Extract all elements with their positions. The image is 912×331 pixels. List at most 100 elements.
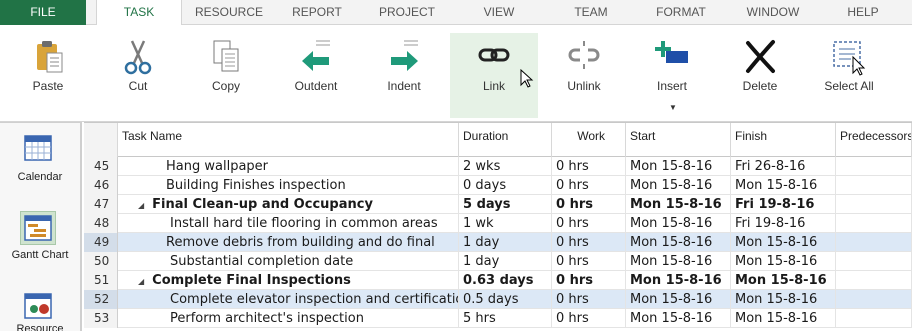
column-header-predecessors[interactable]: Predecessors [836,123,912,157]
predecessors-cell[interactable] [836,309,912,328]
task-name-cell[interactable]: Install hard tile flooring in common are… [118,214,459,233]
indent-button[interactable]: Indent [372,33,436,118]
task-name-cell[interactable]: ◢ Final Clean-up and Occupancy [118,195,459,214]
predecessors-cell[interactable] [836,252,912,271]
cut-button[interactable]: Cut [108,33,168,118]
task-name-cell[interactable]: ◢ Complete Final Inspections [118,271,459,290]
start-cell[interactable]: Mon 15-8-16 [626,290,731,309]
table-row-summary[interactable]: 51 ◢ Complete Final Inspections 0.63 days… [84,271,912,290]
row-id[interactable]: 51 [84,271,118,290]
link-button[interactable]: Link [450,33,538,118]
tab-help[interactable]: HELP [820,0,906,25]
start-cell[interactable]: Mon 15-8-16 [626,157,731,176]
predecessors-cell[interactable] [836,176,912,195]
finish-cell[interactable]: Fri 19-8-16 [731,195,836,214]
duration-cell[interactable]: 5 days [459,195,552,214]
tab-resource[interactable]: RESOURCE [186,0,272,25]
start-cell[interactable]: Mon 15-8-16 [626,309,731,328]
start-cell[interactable]: Mon 15-8-16 [626,214,731,233]
duration-cell[interactable]: 1 day [459,252,552,271]
select-all-button[interactable]: Select All [816,33,882,118]
work-cell[interactable]: 0 hrs [552,309,626,328]
unlink-button[interactable]: Unlink [552,33,616,118]
finish-cell[interactable]: Mon 15-8-16 [731,233,836,252]
row-id[interactable]: 53 [84,309,118,328]
tab-task[interactable]: TASK [96,0,182,26]
finish-cell[interactable]: Mon 15-8-16 [731,176,836,195]
work-cell[interactable]: 0 hrs [552,271,626,290]
finish-cell[interactable]: Mon 15-8-16 [731,309,836,328]
work-cell[interactable]: 0 hrs [552,214,626,233]
view-gantt-chart[interactable]: Gantt Chart [0,211,80,273]
predecessors-cell[interactable] [836,290,912,309]
duration-cell[interactable]: 0.63 days [459,271,552,290]
paste-button[interactable]: Paste [18,33,78,118]
table-row-selected[interactable]: 52 Complete elevator inspection and cert… [84,290,912,309]
view-calendar[interactable]: Calendar [0,133,80,193]
row-id[interactable]: 47 [84,195,118,214]
tab-view[interactable]: VIEW [456,0,542,25]
finish-cell[interactable]: Fri 26-8-16 [731,157,836,176]
collapse-triangle-icon[interactable]: ◢ [138,272,144,290]
duration-cell[interactable]: 5 hrs [459,309,552,328]
insert-button[interactable]: Insert ▼ [640,33,704,118]
predecessors-cell[interactable] [836,195,912,214]
table-row-summary[interactable]: 47 ◢ Final Clean-up and Occupancy 5 days … [84,195,912,214]
finish-cell[interactable]: Mon 15-8-16 [731,252,836,271]
work-cell[interactable]: 0 hrs [552,195,626,214]
column-header-finish[interactable]: Finish [731,123,836,157]
tab-report[interactable]: REPORT [274,0,360,25]
outdent-button[interactable]: Outdent [284,33,348,118]
work-cell[interactable]: 0 hrs [552,176,626,195]
delete-button[interactable]: Delete [728,33,792,118]
task-name-cell[interactable]: Building Finishes inspection [118,176,459,195]
finish-cell[interactable]: Mon 15-8-16 [731,271,836,290]
select-all-corner[interactable] [84,123,118,157]
table-row[interactable]: 48 Install hard tile flooring in common … [84,214,912,233]
view-resource[interactable]: Resource [0,291,80,331]
table-row-selected[interactable]: 49 Remove debris from building and do fi… [84,233,912,252]
copy-button[interactable]: Copy [196,33,256,118]
task-name-cell[interactable]: Substantial completion date [118,252,459,271]
start-cell[interactable]: Mon 15-8-16 [626,252,731,271]
table-row[interactable]: 53 Perform architect's inspection 5 hrs … [84,309,912,328]
column-header-task-name[interactable]: Task Name [118,123,459,157]
work-cell[interactable]: 0 hrs [552,157,626,176]
work-cell[interactable]: 0 hrs [552,290,626,309]
insert-dropdown-icon[interactable]: ▼ [669,103,677,112]
row-id[interactable]: 46 [84,176,118,195]
table-row[interactable]: 45 Hang wallpaper 2 wks 0 hrs Mon 15-8-1… [84,157,912,176]
task-name-cell[interactable]: Complete elevator inspection and certifi… [118,290,459,309]
table-row[interactable]: 46 Building Finishes inspection 0 days 0… [84,176,912,195]
duration-cell[interactable]: 2 wks [459,157,552,176]
tab-project[interactable]: PROJECT [364,0,450,25]
duration-cell[interactable]: 0 days [459,176,552,195]
row-id[interactable]: 48 [84,214,118,233]
task-name-cell[interactable]: Remove debris from building and do final [118,233,459,252]
tab-file[interactable]: FILE [0,0,86,25]
start-cell[interactable]: Mon 15-8-16 [626,176,731,195]
tab-format[interactable]: FORMAT [638,0,724,25]
task-name-cell[interactable]: Hang wallpaper [118,157,459,176]
column-header-work[interactable]: Work [552,123,626,157]
row-id[interactable]: 45 [84,157,118,176]
finish-cell[interactable]: Fri 19-8-16 [731,214,836,233]
column-header-start[interactable]: Start [626,123,731,157]
predecessors-cell[interactable] [836,233,912,252]
row-id[interactable]: 49 [84,233,118,252]
row-id[interactable]: 50 [84,252,118,271]
start-cell[interactable]: Mon 15-8-16 [626,271,731,290]
predecessors-cell[interactable] [836,214,912,233]
row-id[interactable]: 52 [84,290,118,309]
predecessors-cell[interactable] [836,271,912,290]
tab-team[interactable]: TEAM [548,0,634,25]
duration-cell[interactable]: 1 day [459,233,552,252]
duration-cell[interactable]: 0.5 days [459,290,552,309]
task-name-cell[interactable]: Perform architect's inspection [118,309,459,328]
finish-cell[interactable]: Mon 15-8-16 [731,290,836,309]
tab-window[interactable]: WINDOW [730,0,816,25]
duration-cell[interactable]: 1 wk [459,214,552,233]
column-header-duration[interactable]: Duration [459,123,552,157]
table-row[interactable]: 50 Substantial completion date 1 day 0 h… [84,252,912,271]
work-cell[interactable]: 0 hrs [552,233,626,252]
